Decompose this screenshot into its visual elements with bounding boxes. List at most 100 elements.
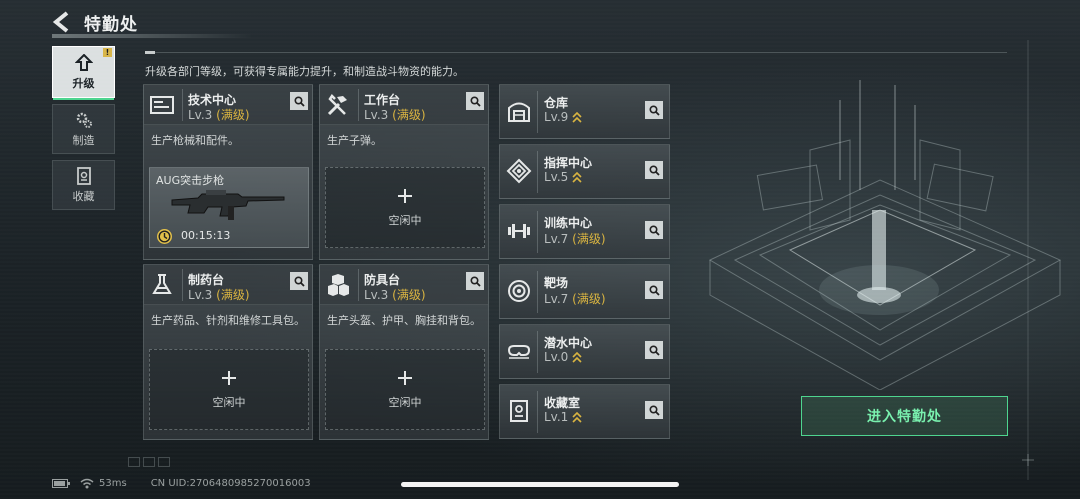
card-armor-bench[interactable]: 防具台 Lv.3 (满级) 生产头盔、护甲、胸挂和背包。 空闲中 xyxy=(319,264,489,440)
plus-icon xyxy=(398,370,412,385)
gears-icon xyxy=(76,112,92,128)
divider-accent xyxy=(145,51,155,54)
inspect-button[interactable] xyxy=(290,272,308,290)
production-timer: 00:15:13 xyxy=(181,229,231,242)
inspect-button[interactable] xyxy=(466,272,484,290)
home-indicator[interactable] xyxy=(401,482,679,487)
department-level: Lv.9 xyxy=(544,110,582,124)
diving-mask-icon xyxy=(507,345,531,359)
ping-text: 53ms xyxy=(99,478,127,489)
command-center-icon xyxy=(506,158,532,184)
slot-status: 空闲中 xyxy=(388,213,422,227)
inspect-button[interactable] xyxy=(290,92,308,110)
production-slot-busy[interactable]: AUG突击步枪 00:15:13 xyxy=(149,167,309,248)
department-name: 指挥中心 xyxy=(544,156,593,170)
plus-icon xyxy=(398,188,412,203)
production-slot-empty[interactable]: 空闲中 xyxy=(149,349,309,430)
pharmacy-icon xyxy=(152,274,172,294)
department-level: Lv.3 (满级) xyxy=(188,108,250,122)
card-header: 防具台 Lv.3 (满级) xyxy=(320,265,488,305)
enter-special-ops-button[interactable]: 进入特勤处 xyxy=(801,396,1008,436)
department-description: 生产头盔、护甲、胸挂和背包。 xyxy=(327,314,481,327)
max-level-tag: (满级) xyxy=(572,292,606,306)
department-name: 仓库 xyxy=(544,96,569,110)
nav-item-upgrade[interactable]: ! 升级 xyxy=(52,46,115,100)
card-training-center[interactable]: 训练中心 Lv.7 (满级) xyxy=(499,204,670,259)
search-icon xyxy=(648,344,660,356)
card-header: 制药台 Lv.3 (满级) xyxy=(144,265,312,305)
max-level-tag: (满级) xyxy=(392,108,426,122)
header-rule xyxy=(358,89,359,121)
card-tech-center[interactable]: 技术中心 Lv.3 (满级) 生产枪械和配件。 AUG突击步枪 00:15:13 xyxy=(143,84,313,260)
department-name: 潜水中心 xyxy=(544,336,593,350)
nav-label: 制造 xyxy=(72,133,95,147)
inspect-button[interactable] xyxy=(466,92,484,110)
department-level: Lv.7 (满级) xyxy=(544,292,606,306)
search-icon xyxy=(469,275,481,287)
max-level-tag: (满级) xyxy=(216,108,250,122)
upgradable-icon xyxy=(572,411,582,423)
inspect-button[interactable] xyxy=(645,401,663,419)
collection-room-icon xyxy=(510,400,528,422)
plus-icon xyxy=(222,370,236,385)
nav-item-craft[interactable]: 制造 xyxy=(52,104,115,154)
nav-label: 收藏 xyxy=(72,189,95,203)
page-title: 特勤处 xyxy=(84,14,138,35)
header-rule xyxy=(537,391,538,433)
inspect-button[interactable] xyxy=(645,101,663,119)
department-level: Lv.3 (满级) xyxy=(364,108,426,122)
battery-icon xyxy=(52,479,70,488)
inspect-button[interactable] xyxy=(645,221,663,239)
department-level: Lv.3 (满级) xyxy=(188,288,250,302)
department-level: Lv.0 xyxy=(544,350,582,364)
header-rule xyxy=(537,151,538,193)
card-pharmacy[interactable]: 制药台 Lv.3 (满级) 生产药品、针剂和维修工具包。 空闲中 xyxy=(143,264,313,440)
card-command-center[interactable]: 指挥中心 Lv.5 xyxy=(499,144,670,199)
search-icon xyxy=(293,275,305,287)
slot-status: 空闲中 xyxy=(212,395,246,409)
header-rule xyxy=(358,269,359,301)
header-rule xyxy=(182,269,183,301)
inspect-button[interactable] xyxy=(645,281,663,299)
target-icon xyxy=(508,280,530,302)
department-name: 训练中心 xyxy=(544,216,593,230)
slot-status: 空闲中 xyxy=(388,395,422,409)
card-workbench[interactable]: 工作台 Lv.3 (满级) 生产子弹。 空闲中 xyxy=(319,84,489,260)
department-description: 生产枪械和配件。 xyxy=(151,134,239,147)
production-slot-empty[interactable]: 空闲中 xyxy=(325,349,485,430)
search-icon xyxy=(648,224,660,236)
header-rule xyxy=(537,91,538,133)
warehouse-icon xyxy=(508,102,530,122)
production-slot-empty[interactable]: 空闲中 xyxy=(325,167,485,248)
header-rule xyxy=(537,271,538,313)
inspect-button[interactable] xyxy=(645,161,663,179)
card-diving-center[interactable]: 潜水中心 Lv.0 xyxy=(499,324,670,379)
card-collection-room[interactable]: 收藏室 Lv.1 xyxy=(499,384,670,439)
workbench-icon xyxy=(327,94,347,116)
max-level-tag: (满级) xyxy=(572,232,606,246)
card-shooting-range[interactable]: 靶场 Lv.7 (满级) xyxy=(499,264,670,319)
department-description: 生产子弹。 xyxy=(327,134,382,147)
inspect-button[interactable] xyxy=(645,341,663,359)
department-level: Lv.3 (满级) xyxy=(364,288,426,302)
upgradable-icon xyxy=(572,111,582,123)
page-description: 升级各部门等级，可获得专属能力提升，和制造战斗物资的能力。 xyxy=(145,65,464,78)
department-name: 收藏室 xyxy=(544,396,581,410)
card-header: 工作台 Lv.3 (满级) xyxy=(320,85,488,125)
nav-item-collection[interactable]: 收藏 xyxy=(52,160,115,210)
back-arrow-icon[interactable] xyxy=(52,11,72,33)
card-warehouse[interactable]: 仓库 Lv.9 xyxy=(499,84,670,139)
header-underline xyxy=(52,34,252,38)
side-nav: ! 升级 制造 收藏 xyxy=(52,46,115,216)
collection-icon xyxy=(76,166,91,185)
department-level: Lv.7 (满级) xyxy=(544,232,606,246)
footer-decoration xyxy=(128,457,170,467)
clock-icon xyxy=(157,229,172,244)
card-header: 技术中心 Lv.3 (满级) xyxy=(144,85,312,125)
wifi-icon xyxy=(80,478,94,489)
tech-center-icon xyxy=(150,96,174,114)
upgrade-icon xyxy=(74,53,93,71)
search-icon xyxy=(648,164,660,176)
header: 特勤处 xyxy=(52,10,138,35)
dumbbell-icon xyxy=(508,224,530,238)
